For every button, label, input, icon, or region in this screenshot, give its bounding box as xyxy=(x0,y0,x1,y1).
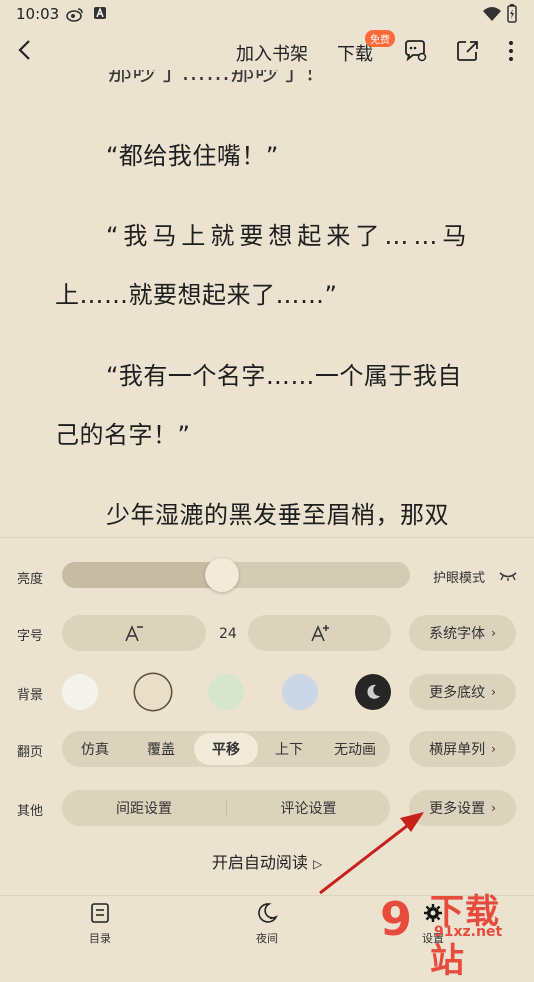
other-label: 其他 xyxy=(17,804,44,819)
brightness-handle[interactable] xyxy=(205,558,239,592)
paragraph-line: “我马上就要想起来了……马 xyxy=(106,222,472,250)
paragraph-line: “我有一个名字……一个属于我自 xyxy=(106,362,462,390)
background-label: 背景 xyxy=(17,688,44,703)
add-to-shelf-button[interactable]: 加入书架 xyxy=(236,40,308,66)
nav-toc[interactable]: 目录 xyxy=(65,902,135,946)
spacing-settings-button[interactable]: 间距设置 xyxy=(62,790,226,826)
paragraph-line: 那吵了……那吵了！ xyxy=(108,70,329,86)
landscape-label: 横屏单列 xyxy=(429,742,486,758)
share-icon[interactable] xyxy=(455,38,481,64)
decrease-font-button[interactable] xyxy=(62,615,206,651)
more-settings-button[interactable]: 更多设置 › xyxy=(409,790,516,826)
watermark-url: 91xz.net xyxy=(434,924,503,940)
status-bar: 10:03 xyxy=(0,0,534,28)
moon-icon xyxy=(367,684,380,699)
eye-protection-toggle[interactable]: 护眼模式 xyxy=(433,567,485,586)
background-swatch-white[interactable] xyxy=(62,674,98,710)
background-swatch-dark[interactable] xyxy=(355,674,391,710)
play-icon: ▷ xyxy=(312,857,323,871)
paragraph-line: 上……就要想起来了……” xyxy=(55,281,338,309)
comment-settings-icon[interactable] xyxy=(402,38,428,64)
background-swatch-blue[interactable] xyxy=(282,674,318,710)
reader-toolbar: 加入书架 下载 免费 xyxy=(0,30,534,74)
night-mode-icon xyxy=(258,903,278,923)
more-settings-label: 更多设置 xyxy=(429,801,486,817)
battery-icon xyxy=(507,4,517,23)
watermark: 9 下载站 91xz.net xyxy=(380,880,534,981)
font-size-label: 字号 xyxy=(17,629,44,644)
font-increase-icon xyxy=(310,625,329,642)
font-size-value: 24 xyxy=(219,626,237,642)
page-turn-option-selected[interactable]: 平移 xyxy=(194,733,258,765)
closed-eye-icon[interactable] xyxy=(498,570,518,582)
chevron-right-icon: › xyxy=(491,685,496,699)
weibo-icon xyxy=(66,8,83,22)
auto-read-button[interactable]: 开启自动阅读 ▷ xyxy=(0,849,534,873)
page-turn-option[interactable]: 覆盖 xyxy=(128,731,194,767)
chevron-right-icon: › xyxy=(491,626,496,640)
system-font-label: 系统字体 xyxy=(429,626,486,642)
font-decrease-icon xyxy=(125,625,143,642)
free-badge: 免费 xyxy=(365,30,395,47)
background-swatch-green[interactable] xyxy=(208,674,244,710)
status-time: 10:03 xyxy=(16,5,60,23)
other-settings-group: 间距设置 评论设置 xyxy=(62,790,390,826)
system-font-button[interactable]: 系统字体 › xyxy=(409,615,516,651)
more-backgrounds-button[interactable]: 更多底纹 › xyxy=(409,674,516,710)
page-turn-option[interactable]: 无动画 xyxy=(320,731,390,767)
page-turn-option[interactable]: 上下 xyxy=(258,731,320,767)
paragraph-line: “都给我住嘴！” xyxy=(106,142,279,170)
back-arrow-icon[interactable] xyxy=(14,38,38,62)
landscape-single-column-button[interactable]: 横屏单列 › xyxy=(409,731,516,767)
app-notification-icon xyxy=(94,7,106,19)
nav-night[interactable]: 夜间 xyxy=(232,902,302,946)
auto-read-label: 开启自动阅读 xyxy=(211,853,308,872)
background-swatch-beige-selected[interactable] xyxy=(135,674,171,710)
page-turn-label: 翻页 xyxy=(17,745,44,760)
table-of-contents-icon xyxy=(91,903,109,923)
brightness-slider[interactable] xyxy=(62,558,410,592)
reading-content: 那吵了……那吵了！ “都给我住嘴！” “我马上就要想起来了……马 上……就要想起… xyxy=(0,70,534,540)
page-turn-option[interactable]: 仿真 xyxy=(62,731,128,767)
brightness-label: 亮度 xyxy=(17,572,44,587)
reader-settings-panel: 亮度 护眼模式 字号 24 系统字体 › 背景 更多底纹 › 翻页 仿真 覆盖 … xyxy=(0,537,534,896)
watermark-logo: 9 xyxy=(380,892,413,946)
brightness-fill xyxy=(62,562,222,588)
nav-night-label: 夜间 xyxy=(256,932,278,945)
page-turn-selector: 仿真 覆盖 平移 上下 无动画 xyxy=(62,731,390,767)
chevron-right-icon: › xyxy=(491,742,496,756)
comment-settings-button[interactable]: 评论设置 xyxy=(227,790,390,826)
chevron-right-icon: › xyxy=(491,801,496,815)
wifi-icon xyxy=(483,7,501,21)
increase-font-button[interactable] xyxy=(248,615,391,651)
paragraph-line: 己的名字！” xyxy=(55,421,191,449)
more-options-icon[interactable] xyxy=(498,38,524,64)
nav-toc-label: 目录 xyxy=(89,932,111,945)
paragraph-line: 少年湿漉的黑发垂至眉梢，那双 xyxy=(106,501,449,529)
more-backgrounds-label: 更多底纹 xyxy=(429,685,486,701)
